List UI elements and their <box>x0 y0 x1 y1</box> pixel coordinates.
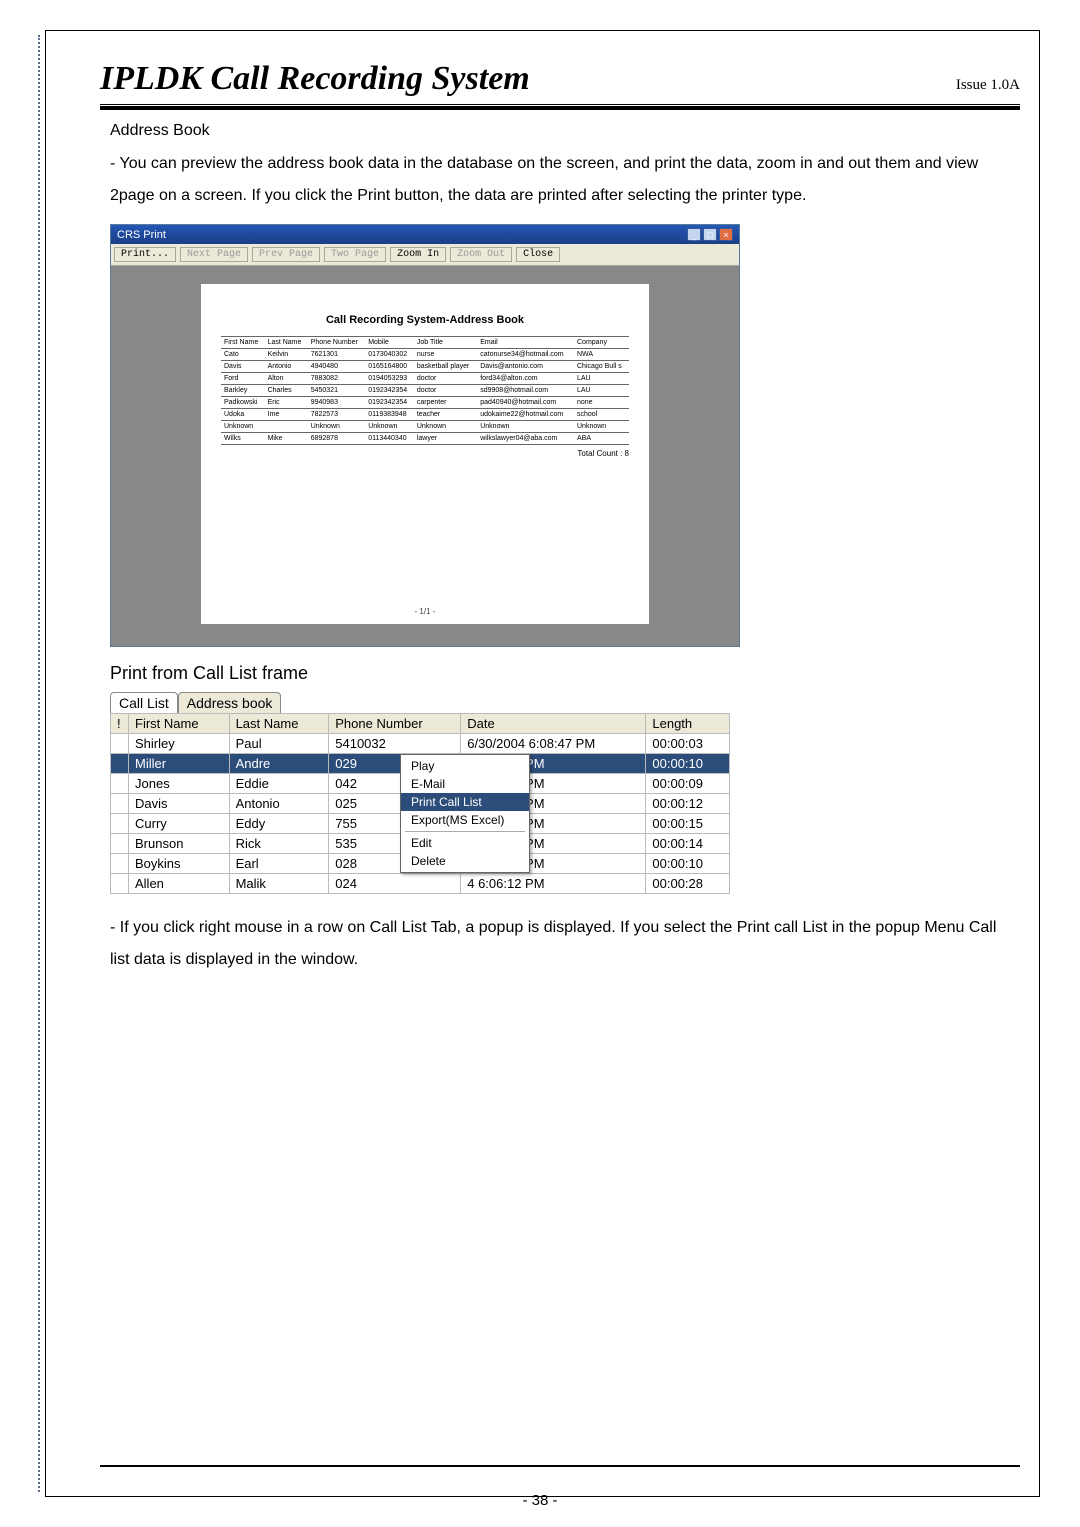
prev-page-button[interactable]: Prev Page <box>252 247 320 262</box>
tab-call-list[interactable]: Call List <box>110 692 178 713</box>
ctx-export[interactable]: Export(MS Excel) <box>401 811 529 829</box>
table-row: PadkowskiEric99409830192342354carpenterp… <box>221 397 629 409</box>
table-row[interactable]: ShirleyPaul54100326/30/2004 6:08:47 PM00… <box>111 734 730 754</box>
next-page-button[interactable]: Next Page <box>180 247 248 262</box>
zoom-out-button[interactable]: Zoom Out <box>450 247 512 262</box>
ctx-delete[interactable]: Delete <box>401 852 529 870</box>
crs-window-title: CRS Print <box>117 229 166 241</box>
close-icon[interactable]: × <box>719 228 733 241</box>
crs-col: Email <box>477 337 574 349</box>
tab-address-book[interactable]: Address book <box>178 692 282 713</box>
col-last-name[interactable]: Last Name <box>229 714 329 734</box>
ctx-edit[interactable]: Edit <box>401 834 529 852</box>
crs-col: Phone Number <box>308 337 365 349</box>
calllist-heading: Print from Call List frame <box>110 663 1020 684</box>
page-number: - 38 - <box>0 1492 1080 1509</box>
crs-col: Mobile <box>365 337 414 349</box>
table-row: CatoKeilvin76213010173040302nursecatonur… <box>221 349 629 361</box>
issue-label: Issue 1.0A <box>956 77 1020 94</box>
zoom-in-button[interactable]: Zoom In <box>390 247 446 262</box>
col-exclaim[interactable]: ! <box>111 714 129 734</box>
section-paragraph: - You can preview the address book data … <box>110 148 1020 212</box>
report-title: Call Recording System-Address Book <box>221 314 629 326</box>
table-row: FordAlton78830820194053293doctorford34@a… <box>221 373 629 385</box>
table-row: UdokaIme78225730119383948teacherudokaime… <box>221 409 629 421</box>
bottom-rule <box>100 1465 1020 1467</box>
ctx-print-call-list[interactable]: Print Call List <box>401 793 529 811</box>
col-date[interactable]: Date <box>461 714 646 734</box>
crs-toolbar: Print... Next Page Prev Page Two Page Zo… <box>111 244 739 266</box>
col-first-name[interactable]: First Name <box>129 714 230 734</box>
two-page-button[interactable]: Two Page <box>324 247 386 262</box>
close-button[interactable]: Close <box>516 247 560 262</box>
table-row: UnknownUnknownUnknownUnknownUnknownUnkno… <box>221 421 629 433</box>
page-title: IPLDK Call Recording System <box>100 60 530 98</box>
crs-col: Company <box>574 337 629 349</box>
table-row: BarkleyCharles54503210192342354doctorsd9… <box>221 385 629 397</box>
crs-col: Job Title <box>414 337 477 349</box>
crs-col: First Name <box>221 337 265 349</box>
title-rule <box>100 104 1020 110</box>
crs-col: Last Name <box>265 337 308 349</box>
minimize-icon[interactable]: _ <box>687 228 701 241</box>
total-count: Total Count : 8 <box>221 449 629 458</box>
context-menu: Play E-Mail Print Call List Export(MS Ex… <box>400 754 530 873</box>
col-phone-number[interactable]: Phone Number <box>329 714 461 734</box>
report-page-number: - 1/1 - <box>201 607 649 616</box>
maximize-icon[interactable]: □ <box>703 228 717 241</box>
ctx-email[interactable]: E-Mail <box>401 775 529 793</box>
ctx-play[interactable]: Play <box>401 757 529 775</box>
section-heading: Address Book <box>110 122 1020 140</box>
ctx-separator <box>405 831 525 832</box>
crs-print-window: CRS Print _ □ × Print... Next Page Prev … <box>110 224 740 647</box>
col-length[interactable]: Length <box>646 714 730 734</box>
address-book-table: First NameLast NamePhone NumberMobileJob… <box>221 336 629 445</box>
table-row[interactable]: AllenMalik0244 6:06:12 PM00:00:28 <box>111 874 730 894</box>
table-row: WilksMike68928780113440340lawyerwilkslaw… <box>221 433 629 445</box>
body-after-paragraph: - If you click right mouse in a row on C… <box>110 912 1020 976</box>
print-button[interactable]: Print... <box>114 247 176 262</box>
table-row: DavisAntonio49404800165164800basketball … <box>221 361 629 373</box>
